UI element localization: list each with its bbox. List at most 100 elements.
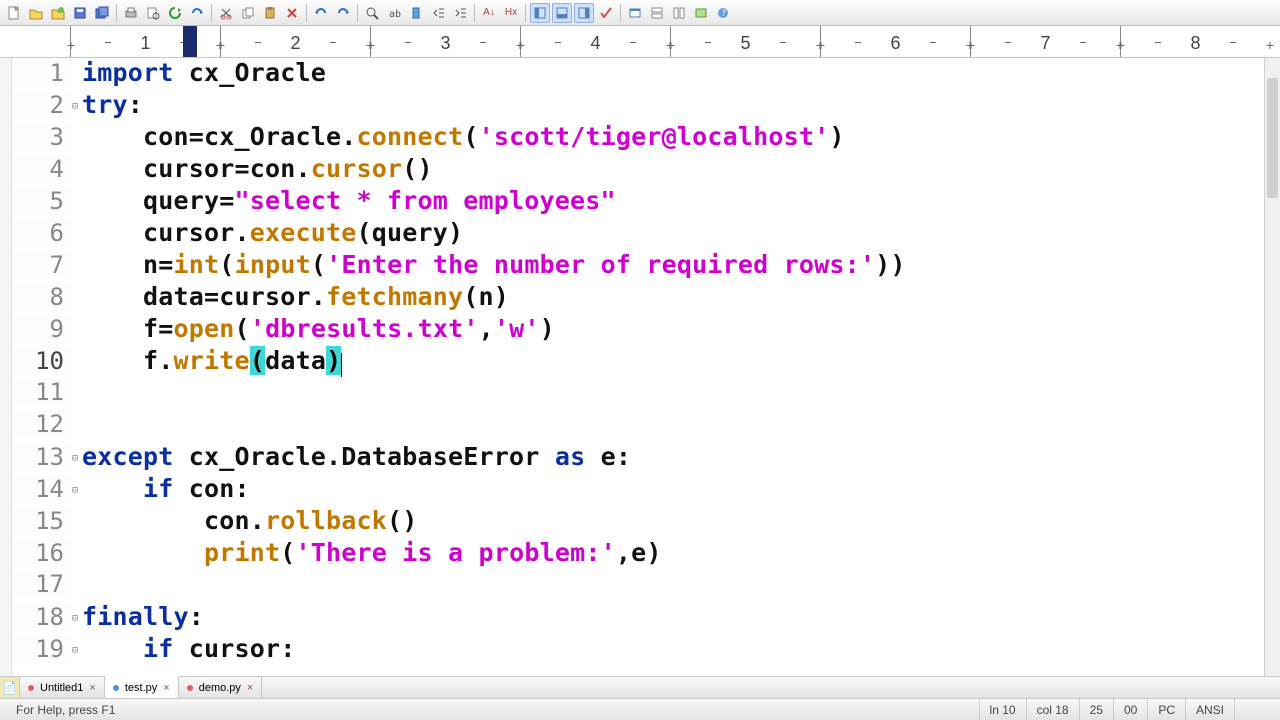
code-content[interactable]: f.write(data) xyxy=(80,346,342,375)
tab-label: demo.py xyxy=(199,682,241,694)
ruler-cursor[interactable] xyxy=(183,26,197,58)
code-line[interactable]: 11 xyxy=(12,378,1264,410)
code-content[interactable]: finally: xyxy=(80,602,204,631)
code-line[interactable]: 8 data=cursor.fetchmany(n) xyxy=(12,282,1264,314)
status-bar: For Help, press F1 ln 10 col 18 25 00 PC… xyxy=(0,698,1280,720)
copy-icon[interactable] xyxy=(238,3,258,23)
svg-text:ab: ab xyxy=(389,9,401,20)
scrollbar-thumb[interactable] xyxy=(1267,78,1278,198)
line-number: 11 xyxy=(12,378,70,406)
tab-close-icon[interactable]: × xyxy=(89,682,95,694)
code-editor[interactable]: 1import cx_Oracle2⊟try:3 con=cx_Oracle.c… xyxy=(12,58,1264,676)
code-content[interactable]: print('There is a problem:',e) xyxy=(80,538,662,567)
find-text-icon[interactable]: ab xyxy=(384,3,404,23)
fold-toggle[interactable]: ⊟ xyxy=(70,485,80,496)
line-number: 2 xyxy=(12,91,70,119)
outdent-icon[interactable] xyxy=(428,3,448,23)
ruler: 1++2++3++4++5++6++7++8++ xyxy=(0,26,1280,58)
line-number: 3 xyxy=(12,123,70,151)
code-line[interactable]: 6 cursor.execute(query) xyxy=(12,218,1264,250)
indent-icon[interactable] xyxy=(450,3,470,23)
tab-close-icon[interactable]: × xyxy=(247,682,253,694)
tab-demo-py[interactable]: demo.py × xyxy=(179,677,263,698)
vertical-scrollbar[interactable] xyxy=(1264,58,1280,676)
code-line[interactable]: 13⊟except cx_Oracle.DatabaseError as e: xyxy=(12,442,1264,474)
help-icon[interactable]: ? xyxy=(713,3,733,23)
reopen-icon[interactable] xyxy=(48,3,68,23)
split-v-icon[interactable] xyxy=(669,3,689,23)
split-h-icon[interactable] xyxy=(647,3,667,23)
code-line[interactable]: 5 query="select * from employees" xyxy=(12,186,1264,218)
tab-modified-icon xyxy=(113,685,119,691)
print-preview-icon[interactable] xyxy=(143,3,163,23)
tab-test-py[interactable]: test.py × xyxy=(105,676,179,698)
code-content[interactable]: con.rollback() xyxy=(80,506,418,535)
code-line[interactable]: 10 f.write(data) xyxy=(12,346,1264,378)
code-line[interactable]: 14⊟ if con: xyxy=(12,474,1264,506)
print-icon[interactable] xyxy=(121,3,141,23)
code-content[interactable]: n=int(input('Enter the number of require… xyxy=(80,250,906,279)
code-line[interactable]: 16 print('There is a problem:',e) xyxy=(12,538,1264,570)
tab-Untitled1[interactable]: Untitled1× xyxy=(20,677,105,698)
code-line[interactable]: 1import cx_Oracle xyxy=(12,58,1264,90)
code-line[interactable]: 18⊟finally: xyxy=(12,602,1264,634)
status-a: 25 xyxy=(1079,699,1113,720)
left-gutter xyxy=(0,58,12,676)
fold-toggle[interactable]: ⊟ xyxy=(70,645,80,656)
code-line[interactable]: 4 cursor=con.cursor() xyxy=(12,154,1264,186)
line-number: 14 xyxy=(12,475,70,503)
code-content[interactable]: try: xyxy=(80,90,143,119)
save-all-icon[interactable] xyxy=(92,3,112,23)
code-content[interactable]: cursor=con.cursor() xyxy=(80,154,433,183)
line-number: 9 xyxy=(12,315,70,343)
tab-close-icon[interactable]: × xyxy=(163,682,169,694)
status-hint: For Help, press F1 xyxy=(6,699,979,720)
line-number: 18 xyxy=(12,603,70,631)
status-b: 00 xyxy=(1113,699,1147,720)
line-number: 7 xyxy=(12,251,70,279)
code-line[interactable]: 15 con.rollback() xyxy=(12,506,1264,538)
code-line[interactable]: 7 n=int(input('Enter the number of requi… xyxy=(12,250,1264,282)
html-tag-icon[interactable]: A↓ xyxy=(479,3,499,23)
fold-toggle[interactable]: ⊟ xyxy=(70,453,80,464)
code-line[interactable]: 12 xyxy=(12,410,1264,442)
toggle-panel-2-icon[interactable] xyxy=(552,3,572,23)
hx-icon[interactable]: Hx xyxy=(501,3,521,23)
find-icon[interactable] xyxy=(362,3,382,23)
cut-icon[interactable] xyxy=(216,3,236,23)
code-line[interactable]: 19⊟ if cursor: xyxy=(12,634,1264,666)
code-content[interactable]: query="select * from employees" xyxy=(80,186,616,215)
bookmark-icon[interactable] xyxy=(406,3,426,23)
tab-label: test.py xyxy=(125,682,157,694)
toggle-panel-3-icon[interactable] xyxy=(574,3,594,23)
paste-icon[interactable] xyxy=(260,3,280,23)
window-icon[interactable] xyxy=(625,3,645,23)
toggle-panel-1-icon[interactable] xyxy=(530,3,550,23)
code-content[interactable]: data=cursor.fetchmany(n) xyxy=(80,282,509,311)
code-content[interactable]: import cx_Oracle xyxy=(80,58,326,87)
fold-toggle[interactable]: ⊟ xyxy=(70,613,80,624)
redo-icon[interactable] xyxy=(333,3,353,23)
save-icon[interactable] xyxy=(70,3,90,23)
code-line[interactable]: 17 xyxy=(12,570,1264,602)
code-content[interactable]: if cursor: xyxy=(80,634,296,663)
code-content[interactable]: con=cx_Oracle.connect('scott/tiger@local… xyxy=(80,122,845,151)
code-content[interactable]: f=open('dbresults.txt','w') xyxy=(80,314,555,343)
check-icon[interactable] xyxy=(596,3,616,23)
new-window-icon[interactable] xyxy=(691,3,711,23)
open-icon[interactable] xyxy=(26,3,46,23)
redo-arrow-icon[interactable] xyxy=(187,3,207,23)
line-number: 19 xyxy=(12,635,70,663)
code-line[interactable]: 2⊟try: xyxy=(12,90,1264,122)
delete-icon[interactable] xyxy=(282,3,302,23)
code-line[interactable]: 3 con=cx_Oracle.connect('scott/tiger@loc… xyxy=(12,122,1264,154)
code-content[interactable]: if con: xyxy=(80,474,250,503)
code-line[interactable]: 9 f=open('dbresults.txt','w') xyxy=(12,314,1264,346)
undo-icon[interactable] xyxy=(311,3,331,23)
code-content[interactable]: cursor.execute(query) xyxy=(80,218,463,247)
tab-corner-icon[interactable]: 📄 xyxy=(0,677,20,698)
refresh-icon[interactable] xyxy=(165,3,185,23)
fold-toggle[interactable]: ⊟ xyxy=(70,101,80,112)
new-icon[interactable] xyxy=(4,3,24,23)
code-content[interactable]: except cx_Oracle.DatabaseError as e: xyxy=(80,442,631,471)
